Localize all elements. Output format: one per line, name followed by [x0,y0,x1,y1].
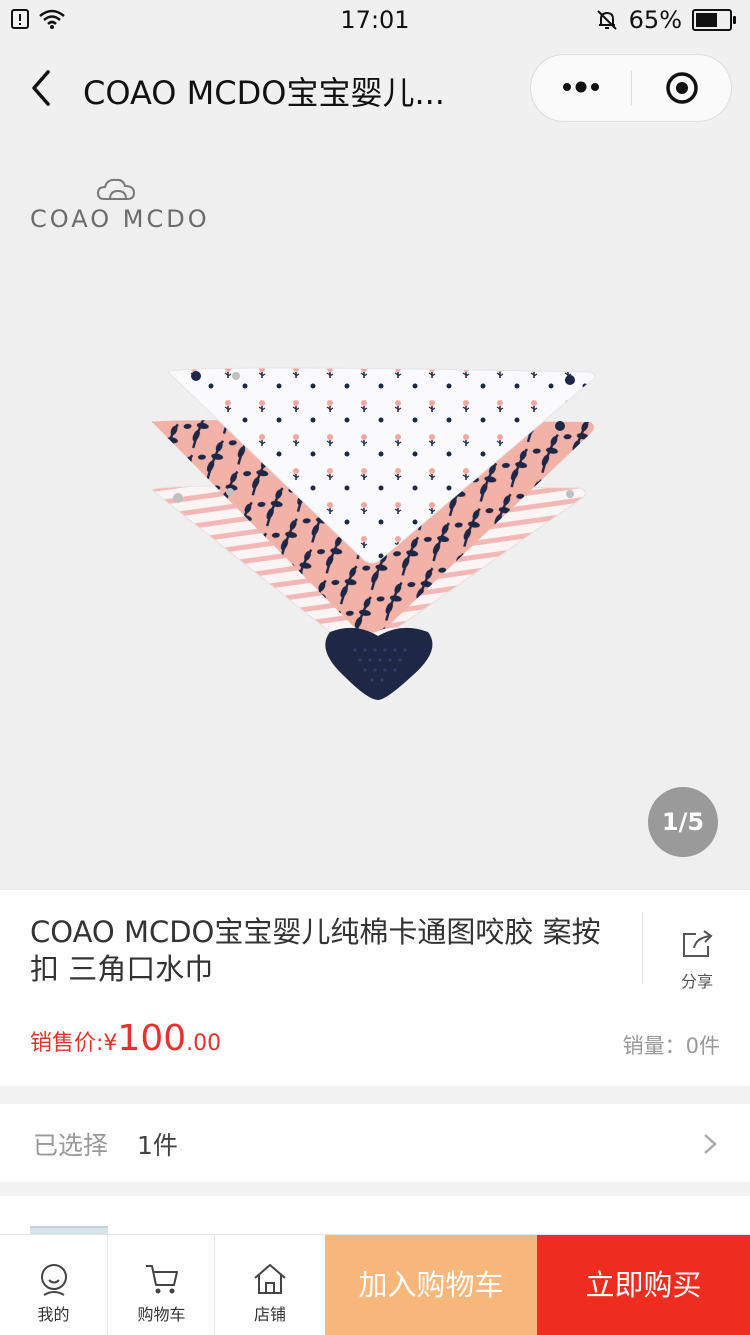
nav-title: COAO MCDO宝宝婴儿... [83,74,445,112]
battery-percent: 65% [628,6,682,34]
status-bar: 17:01 65% [0,0,750,40]
tab-cart-label: 购物车 [137,1305,186,1324]
tab-store[interactable]: 店铺 [214,1235,325,1335]
tab-my-label: 我的 [37,1305,70,1324]
bottom-action-bar: 我的 购物车 店铺 加入购物车 立即购买 [0,1234,750,1335]
mute-bell-icon [596,10,617,30]
add-to-cart-button[interactable]: 加入购物车 [325,1235,537,1335]
spec-selector[interactable]: 已选择 1件 [0,1104,750,1182]
user-icon [40,1264,67,1296]
price: 销售价:¥100.00 [30,1018,221,1059]
miniprogram-capsule [530,54,732,122]
product-title: COAO MCDO宝宝婴儿纯棉卡通图咬胶 案按扣 三角口水巾 [30,915,601,986]
more-icon[interactable] [559,73,603,101]
status-icons-right: 65% [595,6,736,34]
close-miniprogram-icon[interactable] [665,71,699,105]
sales-count: 销量：0件 [622,1034,720,1058]
product-gallery[interactable]: COAO MCDO 1/5 [0,135,750,890]
price-decimal: .00 [186,1031,222,1056]
share-label: 分享 [680,972,713,991]
price-integer: 100 [117,1018,187,1059]
cart-icon [145,1265,178,1294]
buy-now-button[interactable]: 立即购买 [537,1235,750,1335]
product-info: COAO MCDO宝宝婴儿纯棉卡通图咬胶 案按扣 三角口水巾 分享 销售价:¥1… [0,890,750,1086]
back-icon[interactable] [22,64,62,112]
brand-name: COAO MCDO [30,205,210,233]
home-icon [254,1264,286,1294]
image-pager: 1/5 [648,787,718,857]
nav-bar: COAO MCDO宝宝婴儿... [0,40,750,135]
share-icon [683,930,713,957]
cloud-icon [96,178,136,200]
battery-fill [696,13,717,27]
tab-my[interactable]: 我的 [0,1235,107,1335]
price-label: 销售价:¥ [30,1031,118,1056]
tab-store-label: 店铺 [253,1305,286,1324]
brand-logo: COAO MCDO [30,175,210,233]
tab-cart[interactable]: 购物车 [107,1235,215,1335]
share-divider [642,912,643,984]
selected-label: 已选择 [33,1131,109,1160]
capsule-divider [631,71,632,105]
share-button[interactable]: 分享 [672,928,722,992]
product-image [151,367,596,700]
battery-icon [692,9,736,31]
selected-value: 1件 [137,1131,178,1160]
chevron-right-icon [704,1134,717,1154]
